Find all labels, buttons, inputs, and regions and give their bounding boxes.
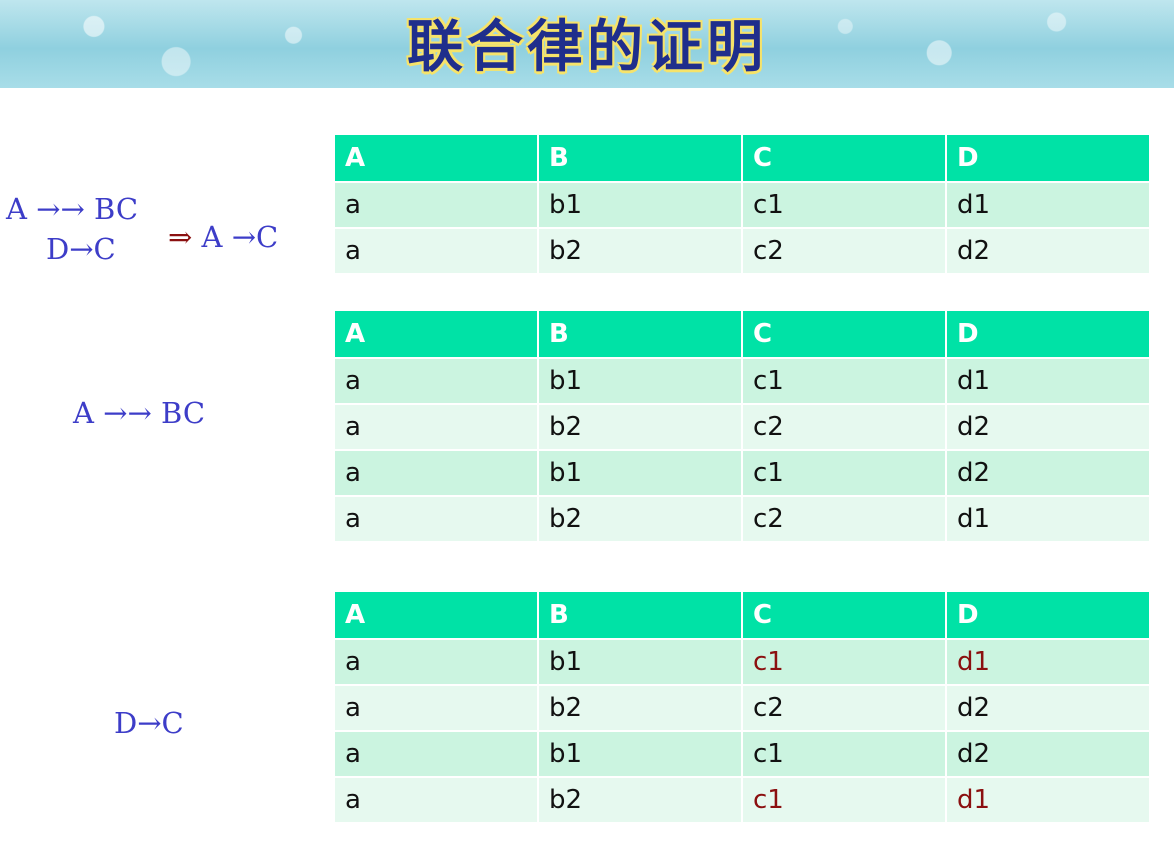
table-row: a b1 c1 d1: [333, 638, 1151, 686]
table-cell: c1: [741, 357, 947, 405]
header-cell: B: [537, 590, 743, 640]
highlighted-cell: d1: [945, 776, 1151, 824]
table-cell: c1: [741, 449, 947, 497]
highlighted-cell: d1: [945, 638, 1151, 686]
table-cell: b2: [537, 403, 743, 451]
relation-table-3: A B C D a b1 c1 d1 a b2 c2 d2 a b1 c1 d2…: [333, 590, 1151, 824]
header-cell: A: [333, 590, 539, 640]
table-cell: c1: [741, 730, 947, 778]
title-banner: 联合律的证明: [0, 0, 1174, 88]
page-title: 联合律的证明: [407, 15, 767, 80]
table-row: a b2 c1 d1: [333, 776, 1151, 824]
formula-mvd-a-bc: A →→ BC: [6, 192, 139, 226]
table-cell: d2: [945, 227, 1151, 275]
table-row: a b1 c1 d2: [333, 730, 1151, 778]
table-row: a b1 c1 d1: [333, 181, 1151, 229]
table-cell: a: [333, 357, 539, 405]
formula-result-a-c: A →C: [201, 220, 279, 254]
table-cell: a: [333, 684, 539, 732]
table-cell: b2: [537, 684, 743, 732]
table-cell: b1: [537, 730, 743, 778]
table-row: a b2 c2 d2: [333, 403, 1151, 451]
table-cell: d1: [945, 495, 1151, 543]
table-cell: a: [333, 776, 539, 824]
implies-symbol: ⇒: [168, 220, 193, 254]
table-cell: d2: [945, 730, 1151, 778]
table-row: a b2 c2 d2: [333, 684, 1151, 732]
table-cell: c1: [741, 181, 947, 229]
table-cell: c2: [741, 403, 947, 451]
table-cell: a: [333, 181, 539, 229]
header-cell: D: [945, 309, 1151, 359]
table-row: a b2 c2 d1: [333, 495, 1151, 543]
table-cell: b1: [537, 181, 743, 229]
formula-conclusion: ⇒ A →C: [168, 220, 278, 254]
formula-fd-d-c: D→C: [46, 232, 116, 266]
highlighted-cell: c1: [741, 776, 947, 824]
header-cell: D: [945, 133, 1151, 183]
table-header-row: A B C D: [333, 590, 1151, 640]
table-cell: b2: [537, 227, 743, 275]
table-cell: a: [333, 730, 539, 778]
table-cell: b1: [537, 357, 743, 405]
table-cell: d1: [945, 357, 1151, 405]
header-cell: B: [537, 309, 743, 359]
relation-table-1: A B C D a b1 c1 d1 a b2 c2 d2: [333, 133, 1151, 275]
table-cell: d2: [945, 684, 1151, 732]
table-cell: b2: [537, 776, 743, 824]
table-cell: c2: [741, 684, 947, 732]
table-cell: a: [333, 449, 539, 497]
table-cell: b1: [537, 638, 743, 686]
table-row: a b1 c1 d2: [333, 449, 1151, 497]
formula-mvd-a-bc-2: A →→ BC: [73, 396, 206, 430]
header-cell: A: [333, 309, 539, 359]
header-cell: C: [741, 309, 947, 359]
header-cell: B: [537, 133, 743, 183]
table-cell: b2: [537, 495, 743, 543]
header-cell: A: [333, 133, 539, 183]
relation-table-2: A B C D a b1 c1 d1 a b2 c2 d2 a b1 c1 d2…: [333, 309, 1151, 543]
table-cell: d1: [945, 181, 1151, 229]
highlighted-cell: c1: [741, 638, 947, 686]
header-cell: C: [741, 133, 947, 183]
table-cell: a: [333, 638, 539, 686]
table-cell: a: [333, 403, 539, 451]
table-row: a b2 c2 d2: [333, 227, 1151, 275]
header-cell: D: [945, 590, 1151, 640]
formula-fd-d-c-2: D→C: [114, 706, 184, 740]
table-header-row: A B C D: [333, 133, 1151, 183]
table-cell: c2: [741, 227, 947, 275]
table-cell: a: [333, 227, 539, 275]
table-cell: d2: [945, 403, 1151, 451]
table-cell: d2: [945, 449, 1151, 497]
header-cell: C: [741, 590, 947, 640]
table-cell: a: [333, 495, 539, 543]
table-header-row: A B C D: [333, 309, 1151, 359]
table-cell: c2: [741, 495, 947, 543]
table-row: a b1 c1 d1: [333, 357, 1151, 405]
table-cell: b1: [537, 449, 743, 497]
